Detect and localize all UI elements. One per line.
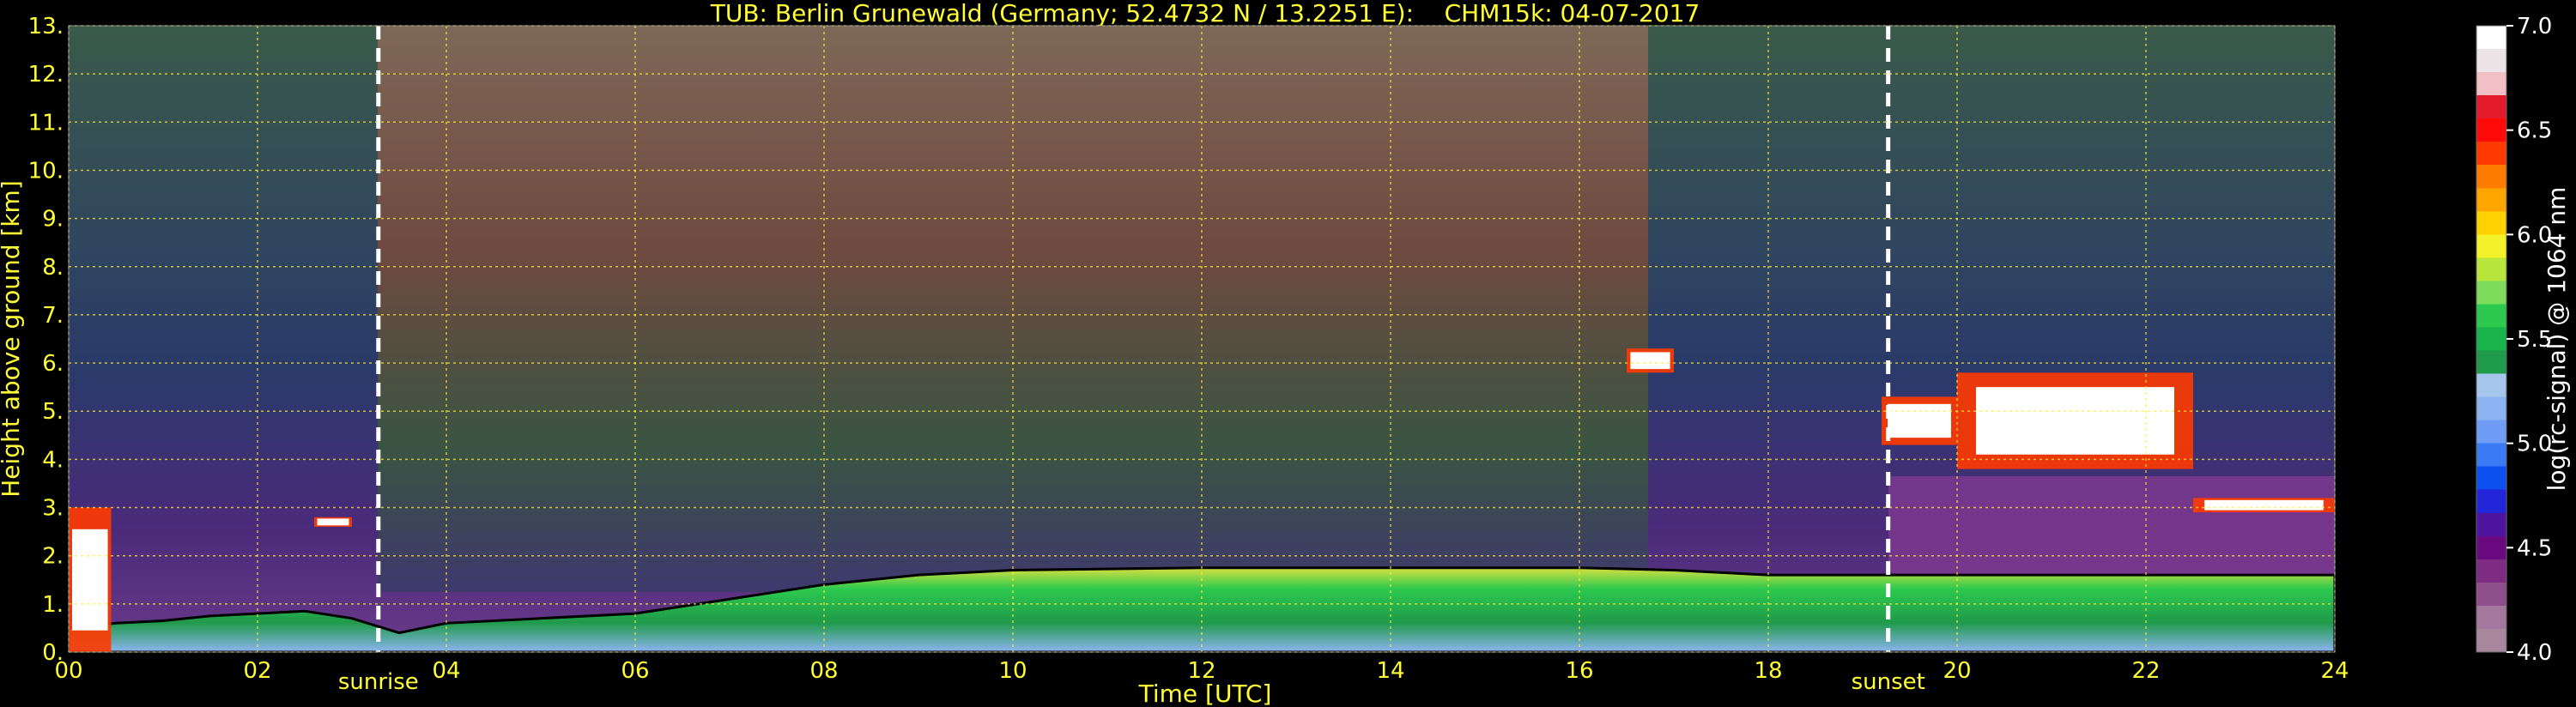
x-tick-label: 22 bbox=[2131, 658, 2160, 684]
x-tick-label: 10 bbox=[998, 658, 1027, 684]
y-tick-label: 9. bbox=[42, 207, 64, 233]
x-tick-label: 18 bbox=[1754, 658, 1782, 684]
colorbar-tick-label: 4.5 bbox=[2517, 535, 2552, 561]
y-axis-ticks: 0.1.2.3.4.5.6.7.8.9.10.11.12.13. bbox=[28, 14, 64, 666]
sun-marker-label: sunset bbox=[1852, 669, 1925, 695]
chart-title: TUB: Berlin Grunewald (Germany; 52.4732 … bbox=[710, 0, 1700, 27]
x-tick-label: 16 bbox=[1565, 658, 1593, 684]
y-tick-label: 8. bbox=[42, 255, 64, 281]
y-tick-label: 5. bbox=[42, 399, 64, 425]
plot-area: sunrise sunset bbox=[67, 25, 2337, 695]
lidar-figure: TUB: Berlin Grunewald (Germany; 52.4732 … bbox=[0, 0, 2571, 707]
colorbar-tick-label: 4.0 bbox=[2517, 640, 2552, 666]
y-tick-label: 6. bbox=[42, 351, 64, 377]
x-tick-label: 00 bbox=[54, 658, 82, 684]
cloud-core bbox=[1888, 403, 1951, 438]
x-tick-label: 06 bbox=[621, 658, 649, 684]
y-axis-label: Height above ground [km] bbox=[0, 180, 25, 498]
x-tick-label: 08 bbox=[809, 658, 838, 684]
x-tick-label: 20 bbox=[1943, 658, 1971, 684]
x-tick-label: 04 bbox=[432, 658, 460, 684]
y-tick-label: 12. bbox=[28, 62, 64, 88]
x-axis-label: Time [UTC] bbox=[1138, 680, 1272, 707]
x-tick-label: 24 bbox=[2320, 658, 2349, 684]
colorbar-tick-label: 7.0 bbox=[2517, 14, 2552, 39]
cloud-core bbox=[317, 518, 349, 526]
colorbar-label: log(rc-signal) @ 1064 nm bbox=[2543, 187, 2571, 492]
y-tick-label: 3. bbox=[42, 496, 64, 522]
y-tick-label: 13. bbox=[28, 14, 64, 39]
y-tick-label: 10. bbox=[28, 158, 64, 184]
x-tick-label: 14 bbox=[1376, 658, 1404, 684]
night-residual-layer bbox=[1888, 476, 2335, 588]
cloud-core bbox=[1630, 352, 1670, 370]
colorbar-gradient bbox=[2476, 26, 2506, 652]
y-tick-label: 1. bbox=[42, 592, 64, 618]
cloud-core bbox=[2204, 499, 2324, 511]
y-tick-label: 11. bbox=[28, 110, 64, 136]
y-tick-label: 7. bbox=[42, 303, 64, 329]
sun-marker-label: sunrise bbox=[338, 669, 419, 695]
colorbar-tick-label: 6.5 bbox=[2517, 118, 2552, 144]
cloud-core bbox=[1976, 387, 2174, 455]
y-tick-label: 2. bbox=[42, 544, 64, 570]
colorbar: 4.04.55.05.56.06.57.0 log(rc-signal) @ 1… bbox=[2476, 14, 2571, 666]
x-tick-label: 02 bbox=[243, 658, 271, 684]
y-tick-label: 4. bbox=[42, 447, 64, 473]
cloud-core bbox=[71, 529, 108, 631]
